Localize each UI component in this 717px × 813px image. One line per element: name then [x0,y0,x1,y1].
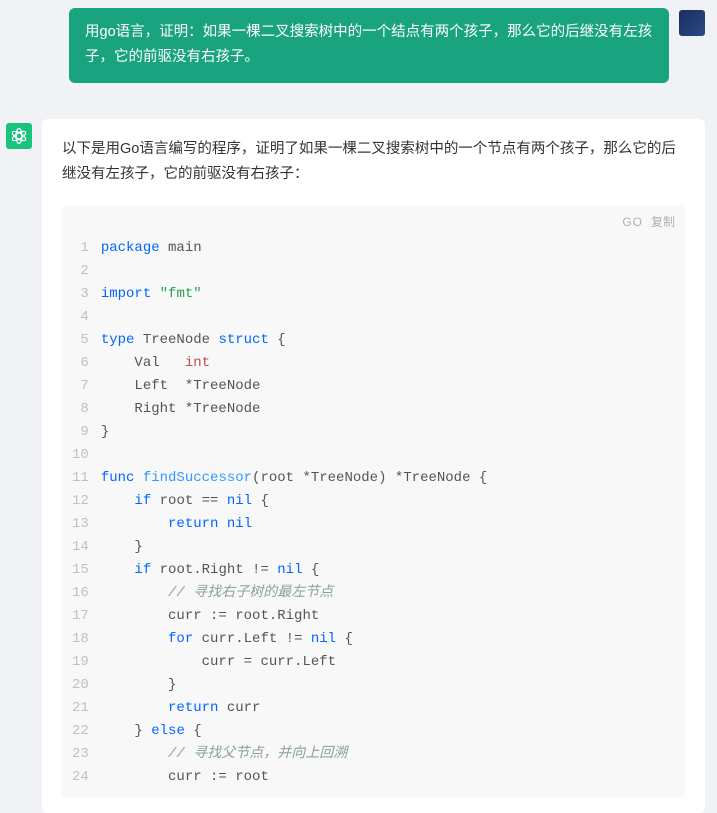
assistant-message: 以下是用Go语言编写的程序，证明了如果一棵二叉搜索树中的一个节点有两个孩子，那么… [42,119,705,813]
line-number: 5 [72,329,89,352]
line-number: 15 [72,559,89,582]
line-number: 9 [72,421,89,444]
line-number: 10 [72,444,89,467]
code-line: import "fmt" [101,283,685,306]
code-line: return nil [101,513,685,536]
line-numbers-gutter: 123456789101112131415161718192021222324 [62,237,101,789]
user-message: 用go语言，证明：如果一棵二叉搜索树中的一个结点有两个孩子，那么它的后继没有左孩… [69,8,669,83]
code-line: Left *TreeNode [101,375,685,398]
code-line: } [101,536,685,559]
code-line: } [101,421,685,444]
code-line: Right *TreeNode [101,398,685,421]
code-line: type TreeNode struct { [101,329,685,352]
code-line [101,444,685,467]
line-number: 3 [72,283,89,306]
code-line: } [101,674,685,697]
code-line: package main [101,237,685,260]
code-line: func findSuccessor(root *TreeNode) *Tree… [101,467,685,490]
line-number: 12 [72,490,89,513]
line-number: 1 [72,237,89,260]
line-number: 7 [72,375,89,398]
code-line: } else { [101,720,685,743]
code-line: // 寻找右子树的最左节点 [101,582,685,605]
code-line [101,260,685,283]
line-number: 2 [72,260,89,283]
code-line: // 寻找父节点，并向上回溯 [101,743,685,766]
code-line: for curr.Left != nil { [101,628,685,651]
code-block: GO 复制 1234567891011121314151617181920212… [62,206,685,797]
line-number: 17 [72,605,89,628]
user-avatar [679,10,705,36]
code-line: curr := root.Right [101,605,685,628]
line-number: 13 [72,513,89,536]
line-number: 18 [72,628,89,651]
code-line: if root == nil { [101,490,685,513]
line-number: 24 [72,766,89,789]
assistant-avatar [6,123,32,149]
line-number: 19 [72,651,89,674]
code-line [101,306,685,329]
copy-button[interactable]: 复制 [651,212,675,233]
line-number: 22 [72,720,89,743]
code-line: curr := root [101,766,685,789]
line-number: 8 [72,398,89,421]
code-lines[interactable]: package main import "fmt" type TreeNode … [101,237,685,789]
ai-icon [10,127,28,145]
line-number: 20 [72,674,89,697]
line-number: 16 [72,582,89,605]
assistant-intro: 以下是用Go语言编写的程序，证明了如果一棵二叉搜索树中的一个节点有两个孩子，那么… [62,137,685,188]
code-line: Val int [101,352,685,375]
code-line: curr = curr.Left [101,651,685,674]
line-number: 21 [72,697,89,720]
code-line: return curr [101,697,685,720]
line-number: 6 [72,352,89,375]
code-line: if root.Right != nil { [101,559,685,582]
line-number: 11 [72,467,89,490]
line-number: 14 [72,536,89,559]
line-number: 4 [72,306,89,329]
line-number: 23 [72,743,89,766]
code-language-label: GO [622,212,643,233]
